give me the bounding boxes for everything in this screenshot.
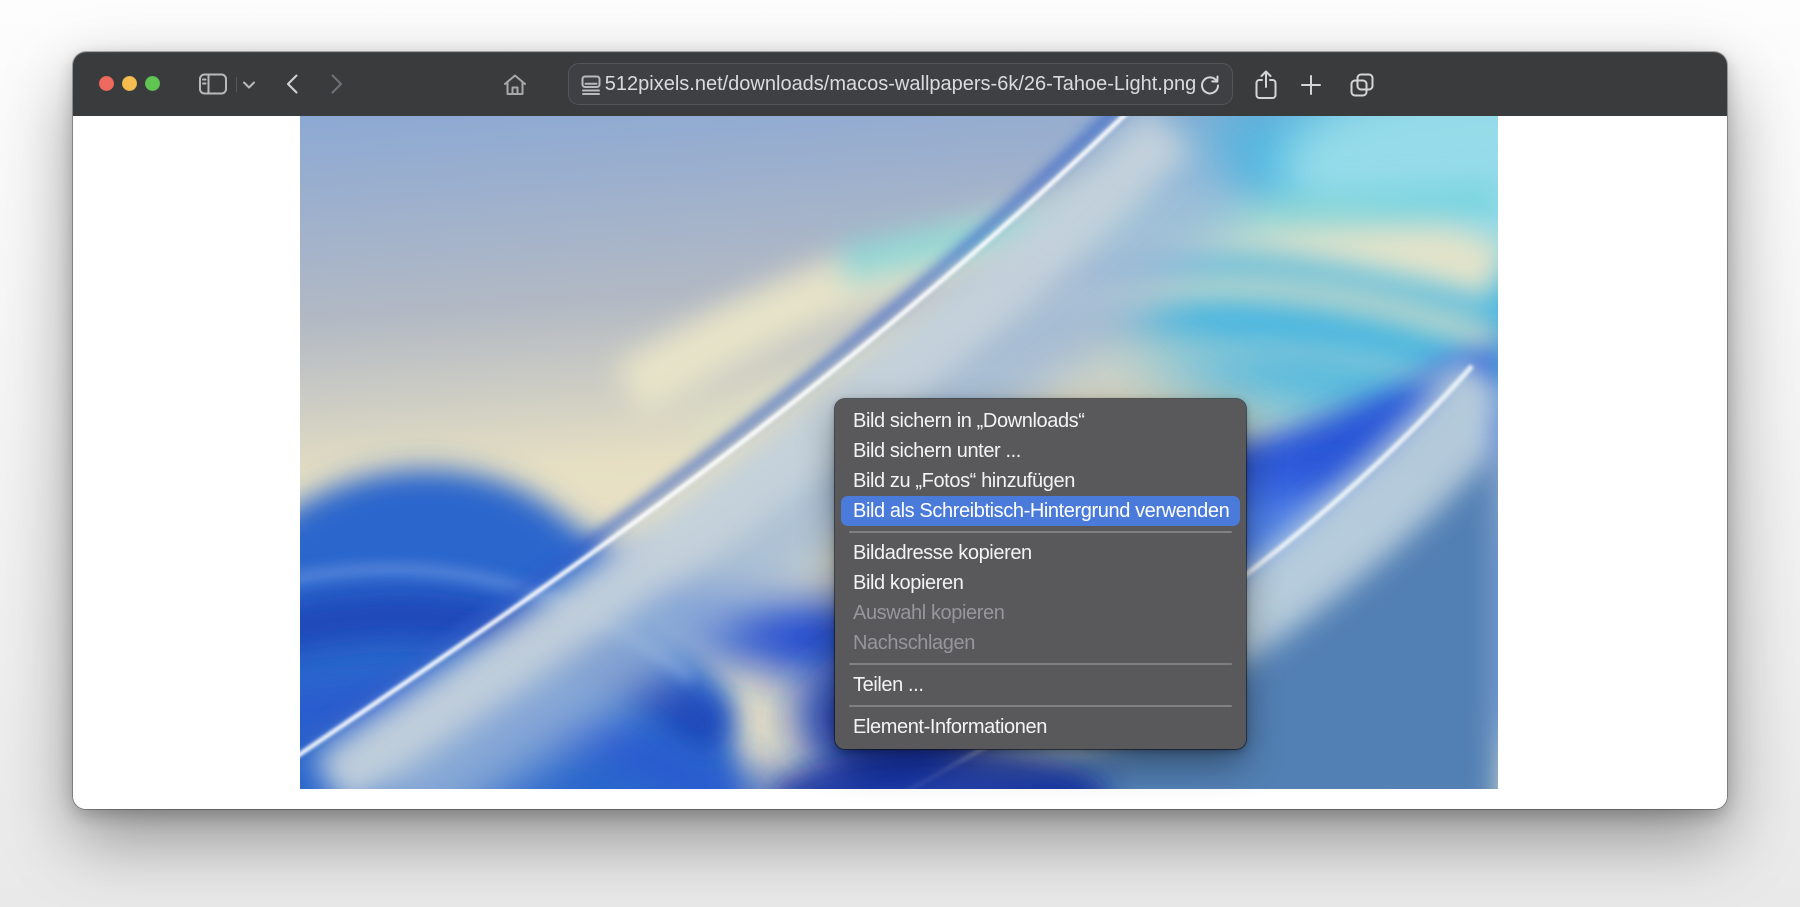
share-icon bbox=[1253, 69, 1279, 101]
context-menu: Bild sichern in „Downloads“Bild sichern … bbox=[835, 399, 1246, 749]
tab-overview-icon bbox=[1348, 71, 1376, 99]
close-button[interactable] bbox=[99, 76, 114, 91]
menu-item[interactable]: Bild kopieren bbox=[841, 568, 1240, 598]
reload-icon[interactable] bbox=[1199, 74, 1221, 101]
sidebar-toggle-button[interactable] bbox=[197, 72, 229, 96]
menu-item[interactable]: Bild sichern in „Downloads“ bbox=[841, 406, 1240, 436]
back-icon bbox=[285, 73, 299, 95]
menu-separator bbox=[849, 531, 1232, 533]
sidebar-chevron-button[interactable] bbox=[241, 79, 257, 91]
share-button[interactable] bbox=[1251, 68, 1281, 102]
back-button[interactable] bbox=[280, 73, 304, 95]
menu-item[interactable]: Element-Informationen bbox=[841, 712, 1240, 742]
window-controls bbox=[99, 76, 160, 91]
new-tab-button[interactable] bbox=[1298, 72, 1324, 98]
chevron-down-icon bbox=[242, 80, 256, 90]
toolbar-divider bbox=[236, 77, 237, 92]
desktop: 512pixels.net/downloads/macos-wallpapers… bbox=[0, 0, 1800, 907]
menu-item[interactable]: Bild sichern unter ... bbox=[841, 436, 1240, 466]
plus-icon bbox=[1299, 73, 1323, 97]
menu-item: Auswahl kopieren bbox=[841, 598, 1240, 628]
menu-item[interactable]: Bild als Schreibtisch-Hintergrund verwen… bbox=[841, 496, 1240, 526]
forward-icon bbox=[330, 73, 344, 95]
sidebar-icon bbox=[198, 72, 228, 96]
menu-item: Nachschlagen bbox=[841, 628, 1240, 658]
forward-button[interactable] bbox=[325, 73, 349, 95]
home-button[interactable] bbox=[501, 72, 529, 97]
menu-item[interactable]: Teilen ... bbox=[841, 670, 1240, 700]
menu-item[interactable]: Bildadresse kopieren bbox=[841, 538, 1240, 568]
address-bar[interactable]: 512pixels.net/downloads/macos-wallpapers… bbox=[568, 63, 1233, 105]
menu-separator bbox=[849, 663, 1232, 665]
minimize-button[interactable] bbox=[122, 76, 137, 91]
browser-toolbar: 512pixels.net/downloads/macos-wallpapers… bbox=[73, 52, 1727, 117]
home-icon bbox=[502, 73, 528, 97]
tab-overview-button[interactable] bbox=[1347, 71, 1377, 99]
url-text: 512pixels.net/downloads/macos-wallpapers… bbox=[605, 73, 1196, 96]
menu-item[interactable]: Bild zu „Fotos“ hinzufügen bbox=[841, 466, 1240, 496]
zoom-button[interactable] bbox=[145, 76, 160, 91]
page-settings-icon[interactable] bbox=[580, 74, 602, 101]
menu-separator bbox=[849, 705, 1232, 707]
